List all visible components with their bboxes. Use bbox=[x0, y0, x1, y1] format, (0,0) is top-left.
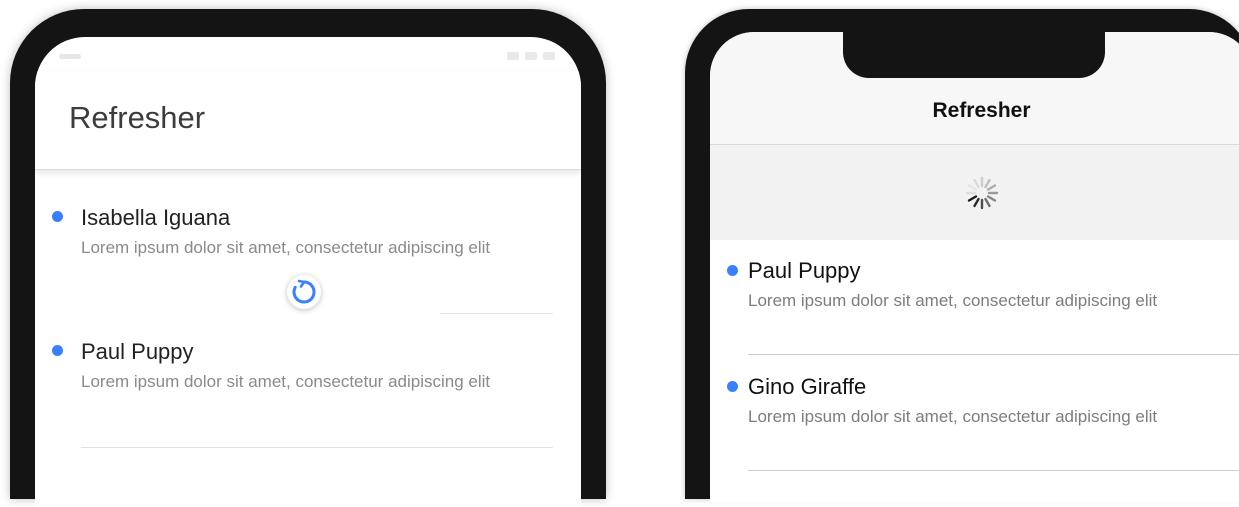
item-name: Paul Puppy bbox=[748, 258, 861, 283]
refresher[interactable] bbox=[710, 145, 1239, 240]
item-name: Paul Puppy bbox=[81, 339, 194, 364]
unread-dot-icon bbox=[727, 381, 738, 392]
android-screen: Refresher Isabella Iguana Lorem ipsum do… bbox=[35, 37, 581, 507]
circular-refresh-icon bbox=[292, 279, 316, 304]
item-description: Lorem ipsum dolor sit amet, consectetur … bbox=[748, 407, 1158, 426]
list-item[interactable]: Paul Puppy Lorem ipsum dolor sit amet, c… bbox=[35, 339, 581, 473]
battery-icon bbox=[543, 52, 555, 60]
unread-dot-icon bbox=[52, 211, 63, 222]
wifi-icon bbox=[507, 52, 519, 60]
unread-dot-icon bbox=[727, 265, 738, 276]
item-list[interactable]: Paul Puppy Lorem ipsum dolor sit amet, c… bbox=[710, 258, 1239, 490]
item-description: Lorem ipsum dolor sit amet, consectetur … bbox=[81, 238, 491, 257]
divider bbox=[81, 447, 553, 448]
status-icons bbox=[503, 52, 555, 60]
android-phone-frame: Refresher Isabella Iguana Lorem ipsum do… bbox=[10, 9, 606, 507]
divider bbox=[748, 470, 1239, 471]
item-list[interactable]: Isabella Iguana Lorem ipsum dolor sit am… bbox=[35, 205, 581, 473]
item-name: Gino Giraffe bbox=[748, 374, 867, 399]
clock-placeholder bbox=[59, 54, 81, 59]
ios-screen: Refresher Paul Puppy Lorem ipsum dolor s… bbox=[710, 32, 1239, 502]
list-item[interactable]: Gino Giraffe Lorem ipsum dolor sit amet,… bbox=[710, 374, 1239, 490]
toolbar: Refresher bbox=[710, 32, 1239, 145]
list-item[interactable]: Isabella Iguana Lorem ipsum dolor sit am… bbox=[35, 205, 581, 339]
toolbar: Refresher bbox=[35, 71, 581, 170]
divider bbox=[440, 313, 553, 314]
page-title: Refresher bbox=[69, 100, 206, 135]
list-item[interactable]: Paul Puppy Lorem ipsum dolor sit amet, c… bbox=[710, 258, 1239, 374]
unread-dot-icon bbox=[52, 345, 63, 356]
signal-icon bbox=[525, 52, 537, 60]
refresher-spinner bbox=[287, 275, 321, 309]
ios-phone-frame: Refresher Paul Puppy Lorem ipsum dolor s… bbox=[685, 9, 1239, 502]
notch bbox=[843, 32, 1105, 78]
item-description: Lorem ipsum dolor sit amet, consectetur … bbox=[81, 372, 491, 391]
divider bbox=[748, 354, 1239, 355]
item-description: Lorem ipsum dolor sit amet, consectetur … bbox=[748, 291, 1158, 310]
item-name: Isabella Iguana bbox=[81, 205, 231, 230]
lines-spinner-icon bbox=[965, 176, 998, 209]
page-title: Refresher bbox=[932, 99, 1031, 122]
status-bar bbox=[35, 37, 581, 71]
